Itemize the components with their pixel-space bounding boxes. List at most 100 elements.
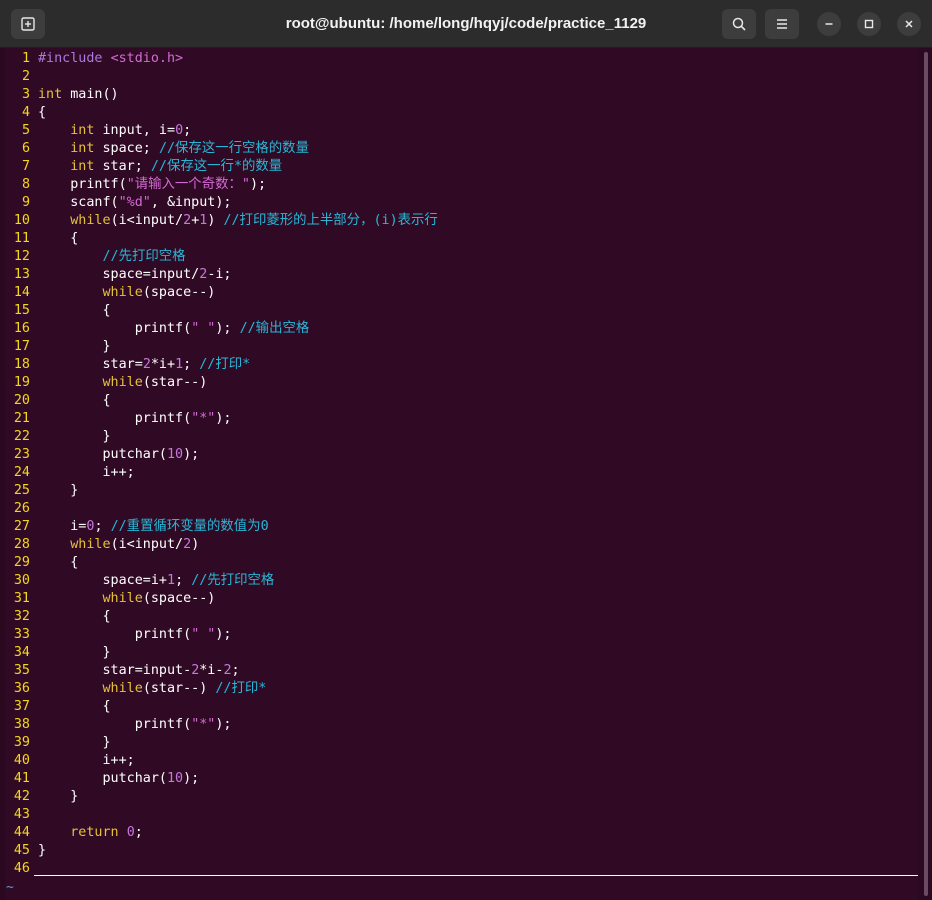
- code-token: int: [70, 159, 95, 174]
- code-token: }: [38, 429, 111, 444]
- line-number: 33: [13, 627, 30, 642]
- line-number: 31: [13, 591, 30, 606]
- code-token: star=input-: [38, 663, 192, 678]
- code-token: //先打印空格: [191, 573, 275, 588]
- search-button[interactable]: [722, 9, 756, 39]
- code-token: while: [102, 681, 143, 696]
- line-number: 20: [13, 393, 30, 408]
- code-token: , &input);: [150, 195, 232, 210]
- code-token: -i;: [207, 267, 232, 282]
- code-token: *i-: [199, 663, 224, 678]
- code-line: 6 int space; //保存这一行空格的数量: [0, 140, 309, 158]
- line-number: 9: [21, 195, 30, 210]
- code-token: printf(: [38, 627, 192, 642]
- code-token: (i<input/: [110, 213, 184, 228]
- line-number: 43: [13, 807, 30, 822]
- code-token: int: [70, 123, 95, 138]
- line-number: 14: [13, 285, 30, 300]
- code-token: (star--): [142, 681, 216, 696]
- code-line: 39 }: [0, 734, 111, 752]
- maximize-button[interactable]: [857, 12, 881, 36]
- code-token: (star--): [142, 375, 208, 390]
- code-line: 1 #include <stdio.h>: [0, 50, 183, 68]
- code-line: 16 printf(" "); //输出空格: [0, 320, 309, 338]
- line-number: 30: [13, 573, 30, 588]
- code-line: 18 star=2*i+1; //打印*: [0, 356, 250, 374]
- line-number: 10: [13, 213, 30, 228]
- code-line: 28 while(i<input/2): [0, 536, 199, 554]
- code-editor[interactable]: 1 #include <stdio.h> 2 3 int main() 4{5 int i…: [0, 48, 918, 900]
- line-number: 28: [13, 537, 30, 552]
- line-number: 45: [13, 843, 30, 858]
- code-token: printf(: [38, 321, 192, 336]
- code-token: }: [38, 645, 111, 660]
- code-token: int: [38, 87, 63, 102]
- code-token: " ": [191, 321, 216, 336]
- code-line: 21 printf("*");: [0, 410, 232, 428]
- code-token: //打印*: [199, 357, 251, 372]
- scrollbar-thumb[interactable]: [924, 52, 928, 896]
- new-tab-icon: [21, 17, 35, 31]
- line-number: 19: [13, 375, 30, 390]
- code-token: ): [191, 537, 200, 552]
- code-token: i=: [38, 519, 87, 534]
- code-token: //打印*: [215, 681, 267, 696]
- code-token: 2: [223, 663, 232, 678]
- line-number: 22: [13, 429, 30, 444]
- code-token: //输出空格: [239, 321, 310, 336]
- code-token: 0: [126, 825, 135, 840]
- code-line: 41 putchar(10);: [0, 770, 199, 788]
- code-token: 0: [175, 123, 184, 138]
- code-line: 2: [0, 68, 38, 86]
- code-line: 26: [0, 500, 38, 518]
- close-button[interactable]: [897, 12, 921, 36]
- line-number: 6: [21, 141, 30, 156]
- line-number: 24: [13, 465, 30, 480]
- line-number: 41: [13, 771, 30, 786]
- code-token: while: [102, 591, 143, 606]
- line-number: 2: [21, 69, 30, 84]
- code-token: putchar(: [38, 447, 167, 462]
- code-line: 25 }: [0, 482, 78, 500]
- line-number: 12: [13, 249, 30, 264]
- code-line: 20 {: [0, 392, 111, 410]
- code-line: 5 int input, i=0;: [0, 122, 191, 140]
- line-number: 16: [13, 321, 30, 336]
- line-number: 18: [13, 357, 30, 372]
- line-number: 8: [21, 177, 30, 192]
- code-line: 15 {: [0, 302, 111, 320]
- code-line: 17 }: [0, 338, 111, 356]
- code-token: ;: [183, 123, 192, 138]
- code-token: ;: [183, 357, 200, 372]
- code-line: 37 {: [0, 698, 111, 716]
- line-number: 25: [13, 483, 30, 498]
- code-token: //保存这一行*的数量: [150, 159, 283, 174]
- code-token: "*": [191, 717, 216, 732]
- code-token: ;: [175, 573, 192, 588]
- code-token: i++;: [38, 465, 135, 480]
- code-token: "*": [191, 411, 216, 426]
- code-token: scanf(: [38, 195, 119, 210]
- minimize-button[interactable]: [817, 12, 841, 36]
- code-line: 8 printf("请输入一个奇数：");: [0, 176, 266, 194]
- line-number: 35: [13, 663, 30, 678]
- menu-button[interactable]: [765, 9, 799, 39]
- line-number: 4: [21, 105, 30, 120]
- new-tab-button[interactable]: [11, 9, 45, 39]
- line-number: 7: [21, 159, 30, 174]
- code-token: printf(: [38, 411, 192, 426]
- empty-line-marker: ~: [6, 880, 14, 895]
- close-icon: [905, 20, 913, 28]
- code-token: );: [183, 771, 200, 786]
- code-line: 23 putchar(10);: [0, 446, 199, 464]
- code-line: 22 }: [0, 428, 111, 446]
- line-number: 39: [13, 735, 30, 750]
- maximize-icon: [864, 19, 874, 29]
- code-line: 27 i=0; //重置循环变量的数值为0: [0, 518, 269, 536]
